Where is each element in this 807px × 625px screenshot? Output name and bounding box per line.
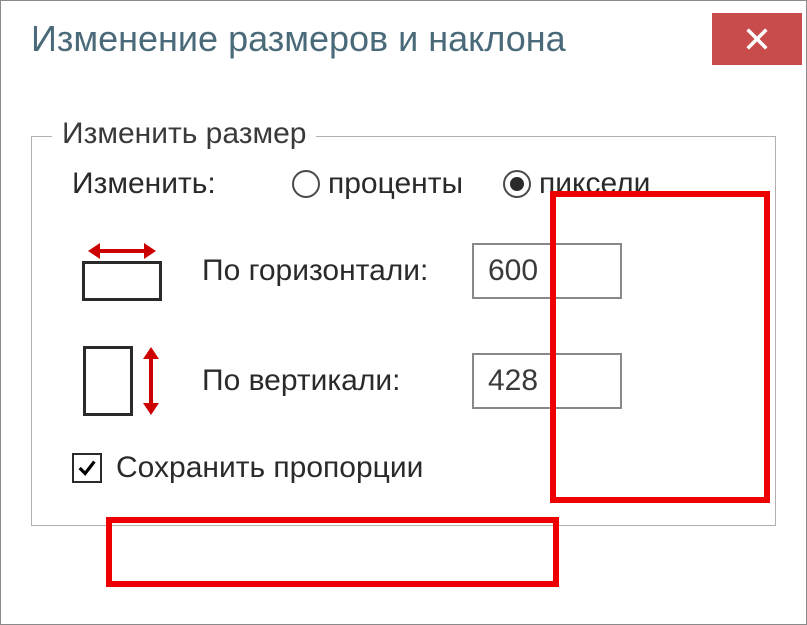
keep-aspect-label: Сохранить пропорции xyxy=(116,451,423,485)
vertical-row: По вертикали: xyxy=(52,341,755,421)
resize-legend: Изменить размер xyxy=(52,117,316,151)
keep-aspect-row: Сохранить пропорции xyxy=(52,451,755,485)
radio-pixels-label: пиксели xyxy=(539,167,650,201)
resize-skew-dialog: Изменение размеров и наклона Изменить ра… xyxy=(0,0,807,625)
resize-fieldset: Изменить размер Изменить: проценты пиксе… xyxy=(31,136,776,526)
vertical-input[interactable] xyxy=(472,353,622,409)
dialog-content: Изменить размер Изменить: проценты пиксе… xyxy=(1,76,806,546)
horizontal-input[interactable] xyxy=(472,243,622,299)
close-button[interactable] xyxy=(712,13,802,65)
vertical-resize-icon xyxy=(72,341,172,421)
radio-percent[interactable]: проценты xyxy=(292,167,463,201)
check-icon xyxy=(76,457,98,479)
horizontal-resize-icon xyxy=(72,231,172,311)
radio-percent-label: проценты xyxy=(328,167,463,201)
vertical-label: По вертикали: xyxy=(202,363,442,399)
titlebar: Изменение размеров и наклона xyxy=(1,1,806,76)
unit-prompt: Изменить: xyxy=(72,167,252,201)
radio-pixels[interactable]: пиксели xyxy=(503,167,650,201)
dialog-title: Изменение размеров и наклона xyxy=(31,18,566,60)
radio-pixels-circle xyxy=(503,170,531,198)
horizontal-row: По горизонтали: xyxy=(52,231,755,311)
keep-aspect-checkbox[interactable] xyxy=(72,453,102,483)
highlight-keep-aspect xyxy=(106,517,559,587)
horizontal-label: По горизонтали: xyxy=(202,253,442,289)
radio-percent-circle xyxy=(292,170,320,198)
close-icon xyxy=(743,25,771,53)
unit-row: Изменить: проценты пиксели xyxy=(52,167,755,201)
